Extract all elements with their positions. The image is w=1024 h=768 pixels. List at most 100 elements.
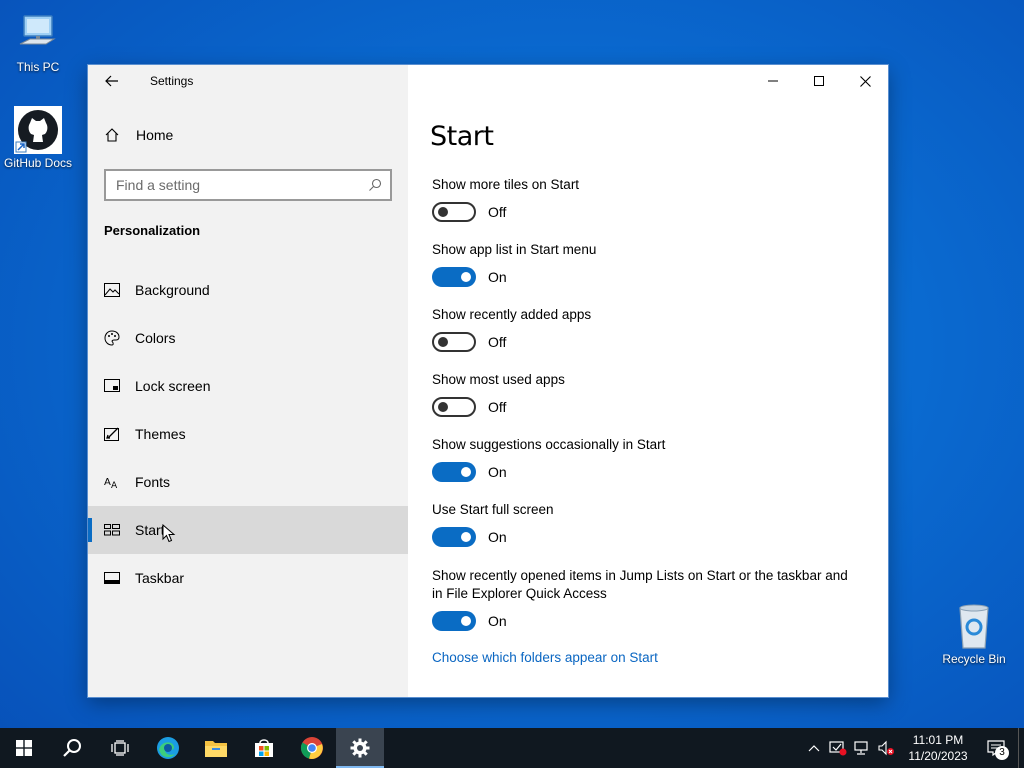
clock[interactable]: 11:01 PM 11/20/2023 bbox=[902, 732, 974, 764]
toggle-state: Off bbox=[488, 204, 507, 220]
section-title: Personalization bbox=[104, 223, 201, 238]
back-button[interactable] bbox=[88, 65, 136, 97]
minimize-button[interactable] bbox=[750, 65, 796, 97]
setting-recently-added: Show recently added apps Off bbox=[432, 306, 852, 352]
sidebar-item-label: Start bbox=[135, 522, 165, 538]
setting-suggestions: Show suggestions occasionally in Start O… bbox=[432, 436, 852, 482]
recycle-bin-icon bbox=[950, 602, 998, 650]
network-icon bbox=[854, 741, 868, 755]
setting-app-list: Show app list in Start menu On bbox=[432, 241, 852, 287]
desktop-icon-label: This PC bbox=[16, 60, 60, 74]
start-layout-icon bbox=[104, 522, 120, 538]
github-icon bbox=[14, 106, 62, 154]
minimize-icon bbox=[768, 80, 778, 82]
search-icon[interactable] bbox=[368, 178, 382, 192]
show-hidden-icons-button[interactable] bbox=[802, 728, 826, 768]
toggle-state: Off bbox=[488, 399, 507, 415]
setting-label: Show recently opened items in Jump Lists… bbox=[432, 568, 848, 601]
desktop-icon-label: Recycle Bin bbox=[942, 652, 1006, 666]
task-view-icon bbox=[111, 740, 129, 756]
toggle-switch[interactable] bbox=[432, 462, 476, 482]
setting-most-used: Show most used apps Off bbox=[432, 371, 852, 417]
window-title: Settings bbox=[150, 74, 194, 88]
taskbar: 11:01 PM 11/20/2023 3 bbox=[0, 728, 1024, 768]
setting-label: Show more tiles on Start bbox=[432, 177, 580, 192]
edge-button[interactable] bbox=[144, 728, 192, 768]
desktop-icon-recycle-bin[interactable]: Recycle Bin bbox=[936, 602, 1012, 666]
system-tray: 11:01 PM 11/20/2023 3 bbox=[802, 728, 1024, 768]
toggle-state: On bbox=[488, 613, 507, 629]
start-button[interactable] bbox=[0, 728, 48, 768]
toggle-switch[interactable] bbox=[432, 397, 476, 417]
close-icon bbox=[859, 75, 871, 87]
store-button[interactable] bbox=[240, 728, 288, 768]
themes-icon bbox=[104, 426, 120, 442]
computer-icon bbox=[14, 10, 62, 58]
start-icon bbox=[16, 740, 32, 756]
desktop-icon-this-pc[interactable]: This PC bbox=[0, 10, 76, 74]
sidebar-item-background[interactable]: Background bbox=[88, 266, 408, 314]
sidebar-item-themes[interactable]: Themes bbox=[88, 410, 408, 458]
search-input[interactable] bbox=[116, 177, 368, 193]
file-explorer-button[interactable] bbox=[192, 728, 240, 768]
sidebar-item-label: Lock screen bbox=[135, 378, 211, 394]
palette-icon bbox=[104, 330, 120, 346]
action-center-button[interactable]: 3 bbox=[974, 728, 1018, 768]
toggle-state: On bbox=[488, 269, 507, 285]
taskbar-search-button[interactable] bbox=[48, 728, 96, 768]
setting-more-tiles: Show more tiles on Start Off bbox=[432, 176, 852, 222]
clock-time: 11:01 PM bbox=[912, 733, 964, 747]
sidebar-item-taskbar[interactable]: Taskbar bbox=[88, 554, 408, 602]
sidebar-item-colors[interactable]: Colors bbox=[88, 314, 408, 362]
search-box[interactable] bbox=[104, 169, 392, 201]
sidebar-item-lock-screen[interactable]: Lock screen bbox=[88, 362, 408, 410]
chrome-button[interactable] bbox=[288, 728, 336, 768]
title-bar[interactable]: Settings bbox=[88, 65, 408, 97]
security-tray-button[interactable] bbox=[826, 728, 850, 768]
svg-text:A: A bbox=[104, 477, 111, 488]
sidebar: Settings Home Personalization Background bbox=[88, 65, 408, 697]
mouse-cursor-icon bbox=[162, 524, 176, 543]
sidebar-item-label: Colors bbox=[135, 330, 176, 346]
settings-window: Settings Home Personalization Background bbox=[88, 65, 888, 697]
home-label: Home bbox=[136, 127, 174, 143]
toggle-switch[interactable] bbox=[432, 202, 476, 222]
setting-label: Show suggestions occasionally in Start bbox=[432, 437, 666, 452]
setting-label: Show most used apps bbox=[432, 372, 565, 387]
task-view-button[interactable] bbox=[96, 728, 144, 768]
network-tray-button[interactable] bbox=[850, 728, 874, 768]
desktop-icon-label: GitHub Docs bbox=[3, 156, 73, 170]
fonts-icon: AA bbox=[104, 474, 120, 490]
toggle-switch[interactable] bbox=[432, 611, 476, 631]
toggle-switch[interactable] bbox=[432, 527, 476, 547]
store-icon bbox=[255, 739, 273, 757]
search-icon bbox=[63, 739, 81, 757]
sidebar-item-label: Background bbox=[135, 282, 210, 298]
sidebar-item-label: Fonts bbox=[135, 474, 171, 490]
defender-alert-icon bbox=[829, 741, 847, 756]
sidebar-item-fonts[interactable]: AA Fonts bbox=[88, 458, 408, 506]
show-desktop-button[interactable] bbox=[1018, 728, 1024, 768]
toggle-switch[interactable] bbox=[432, 267, 476, 287]
close-button[interactable] bbox=[842, 65, 888, 97]
sidebar-item-start[interactable]: Start bbox=[88, 506, 408, 554]
settings-button[interactable] bbox=[336, 728, 384, 768]
window-controls bbox=[750, 65, 888, 97]
volume-muted-icon bbox=[878, 740, 894, 756]
choose-folders-link[interactable]: Choose which folders appear on Start bbox=[432, 650, 658, 665]
sidebar-item-label: Taskbar bbox=[135, 570, 185, 586]
toggle-state: On bbox=[488, 464, 507, 480]
edge-icon bbox=[157, 737, 179, 759]
lock-screen-icon bbox=[104, 378, 120, 394]
setting-full-screen: Use Start full screen On bbox=[432, 501, 852, 547]
file-explorer-icon bbox=[205, 741, 227, 757]
toggle-state: Off bbox=[488, 334, 507, 350]
svg-text:A: A bbox=[111, 481, 118, 489]
toggle-switch[interactable] bbox=[432, 332, 476, 352]
maximize-button[interactable] bbox=[796, 65, 842, 97]
home-link[interactable]: Home bbox=[104, 127, 173, 143]
volume-tray-button[interactable] bbox=[874, 728, 898, 768]
taskbar-icon bbox=[104, 570, 120, 586]
desktop-icon-github-docs[interactable]: GitHub Docs bbox=[0, 106, 76, 170]
sidebar-nav: Background Colors Lock screen Themes A A… bbox=[88, 266, 408, 602]
